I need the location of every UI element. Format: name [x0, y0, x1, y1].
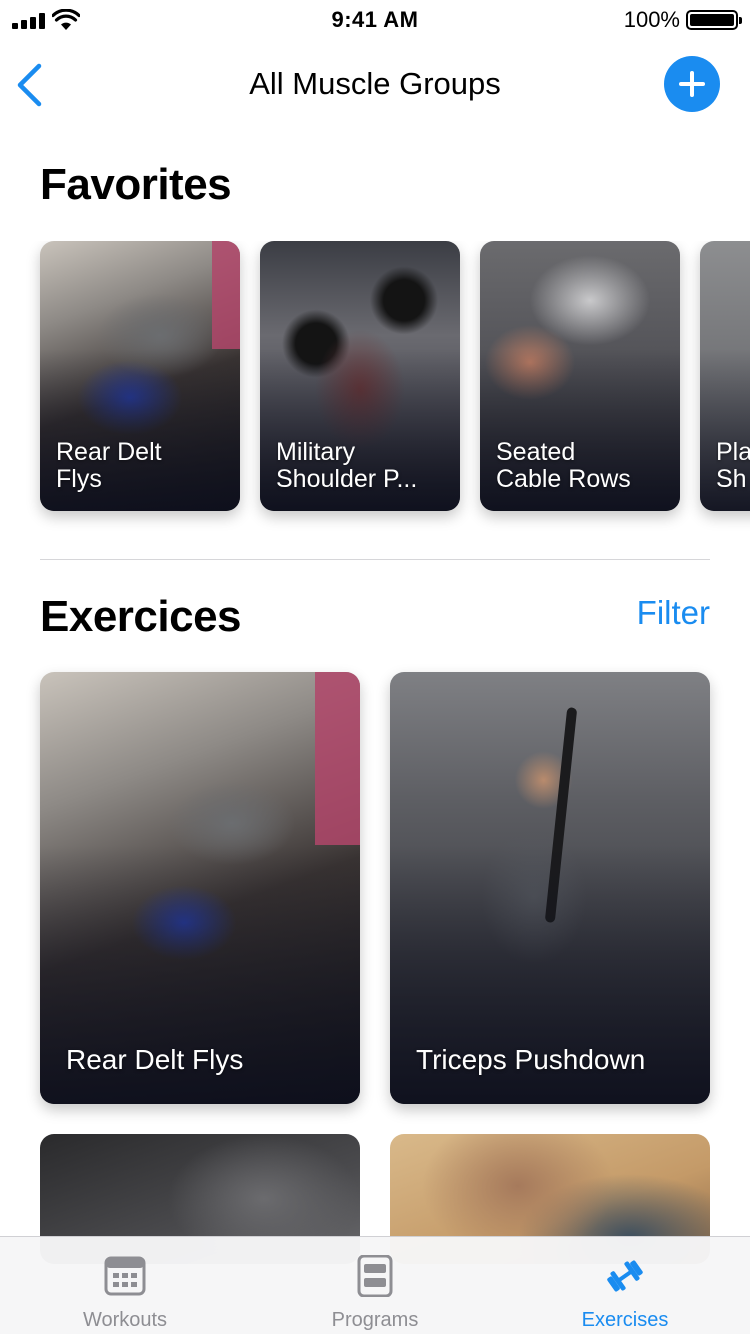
add-exercise-button[interactable] — [664, 56, 720, 112]
favorites-section-title: Favorites — [40, 160, 232, 209]
favorite-card-label: Rear Delt Flys — [56, 439, 162, 493]
favorite-card-label: Pla Sh — [716, 439, 750, 493]
exercise-card[interactable]: Triceps Pushdown — [390, 672, 710, 1104]
page-title: All Muscle Groups — [249, 66, 501, 101]
favorite-card[interactable]: Pla Sh — [700, 241, 750, 511]
dumbbell-icon — [607, 1260, 643, 1292]
exercise-card[interactable]: Rear Delt Flys — [40, 672, 360, 1104]
favorite-card[interactable]: Rear Delt Flys — [40, 241, 240, 511]
card-photo — [212, 241, 240, 349]
favorite-card-label: Seated Cable Rows — [496, 439, 631, 493]
tab-label: Exercises — [581, 1309, 669, 1331]
favorite-card-label: Military Shoulder P... — [276, 439, 418, 493]
favorite-card[interactable]: Military Shoulder P... — [260, 241, 460, 511]
exercise-card-label: Rear Delt Flys — [66, 1044, 244, 1075]
filter-button[interactable]: Filter — [637, 594, 710, 632]
exercise-card-label: Triceps Pushdown — [416, 1044, 646, 1075]
exercises-section-title: Exercices — [40, 592, 242, 641]
tab-label: Workouts — [82, 1309, 168, 1331]
tab-programs[interactable]: Programs — [250, 1237, 500, 1334]
tab-label: Programs — [331, 1309, 419, 1331]
tab-bar: Workouts Programs Exercises — [0, 1236, 750, 1334]
battery-icon — [686, 10, 742, 30]
document-icon — [357, 1255, 393, 1297]
tab-exercises[interactable]: Exercises — [500, 1237, 750, 1334]
calendar-icon — [104, 1256, 146, 1296]
favorites-carousel[interactable]: Rear Delt Flys Military Shoulder P... Se… — [0, 241, 750, 531]
card-photo — [315, 672, 360, 845]
favorite-card[interactable]: Seated Cable Rows — [480, 241, 680, 511]
battery-percentage: 100% — [623, 7, 680, 32]
section-divider — [40, 559, 710, 560]
status-bar: 9:41 AM 100% — [0, 0, 750, 40]
tab-workouts[interactable]: Workouts — [0, 1237, 250, 1334]
